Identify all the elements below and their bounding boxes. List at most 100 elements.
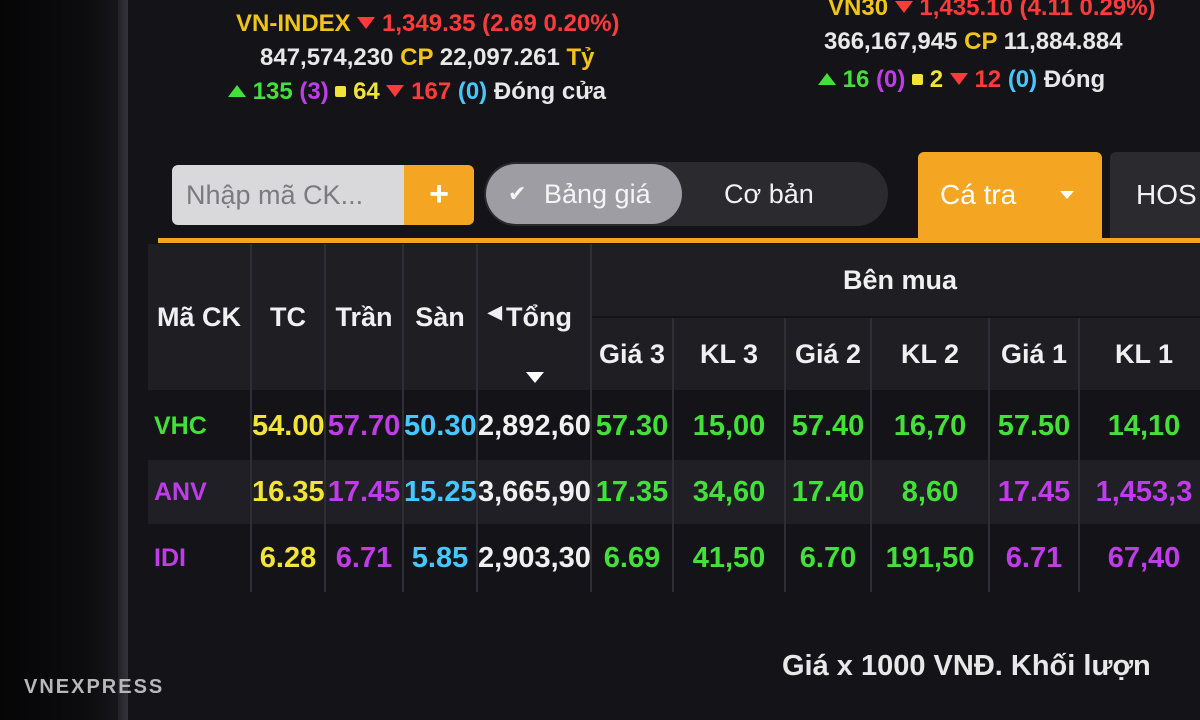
chevron-down-icon: [1060, 191, 1074, 199]
vnindex-line-1: VN-INDEX 1,349.35 (2.69 0.20%): [236, 10, 620, 38]
row-ceiling: 17.45: [327, 476, 401, 508]
vn30-declines: 12: [974, 66, 1002, 93]
header-price-3[interactable]: Giá 3: [592, 318, 672, 390]
vnindex-name: VN-INDEX: [236, 10, 351, 37]
table-row[interactable]: IDI 6.28 6.71 5.85 2,903,30 6.69 41,50 6…: [148, 526, 1200, 590]
price-unit-note: Giá x 1000 VNĐ. Khối lượn: [782, 650, 1151, 682]
header-vol-3[interactable]: KL 3: [674, 318, 784, 390]
down-arrow-icon: [949, 73, 968, 85]
chevron-left-icon: ◀: [488, 302, 502, 322]
tab-ca-tra-label: Cá tra: [940, 179, 1017, 210]
price-table: Mã CK TC Trần Sàn ◀ Tổng Bên mua Giá 3 K…: [148, 244, 1200, 604]
sort-desc-icon: [526, 372, 544, 383]
vnindex-line-3: 135 (3) 64 167 (0) Đóng cửa: [228, 78, 606, 106]
tab-underline: [158, 238, 1200, 243]
row-symbol[interactable]: ANV: [148, 460, 250, 524]
row-vol-1: 1,453,3: [1095, 476, 1193, 508]
view-fundamental-button[interactable]: Cơ bản: [724, 164, 814, 224]
header-price-1[interactable]: Giá 1: [990, 318, 1078, 390]
bezel-edge: [118, 0, 128, 720]
vnindex-volume-unit: CP: [400, 44, 434, 71]
row-price-1[interactable]: 17.45: [990, 460, 1078, 524]
row-price-3[interactable]: 17.35: [592, 460, 672, 524]
row-floor: 50.30: [404, 410, 477, 442]
tab-ca-tra[interactable]: Cá tra: [918, 152, 1102, 238]
column-divider: [402, 244, 404, 592]
table-row[interactable]: VHC 54.00 57.70 50.30 2,892,60 57.30 15,…: [148, 394, 1200, 458]
vn30-line-2: 366,167,945 CP 11,884.884: [824, 28, 1123, 56]
row-price-3[interactable]: 6.69: [592, 526, 672, 590]
unchanged-square-icon: [335, 86, 347, 97]
row-price-1[interactable]: 57.50: [990, 394, 1078, 458]
vnexpress-watermark: VNEXPRESS: [24, 676, 165, 698]
vn30-ceiling-count: (0): [876, 66, 906, 93]
column-divider: [988, 318, 990, 592]
column-divider: [784, 318, 786, 592]
vn30-advances: 16: [842, 66, 870, 93]
vnindex-declines: 167: [411, 78, 452, 105]
header-floor[interactable]: Sàn: [404, 244, 476, 390]
row-price-2[interactable]: 57.40: [786, 394, 870, 458]
row-symbol[interactable]: VHC: [148, 394, 250, 458]
row-ceiling: 6.71: [335, 542, 393, 574]
add-stock-button[interactable]: +: [404, 165, 474, 225]
stock-search-input[interactable]: Nhập mã CK...: [172, 165, 404, 225]
row-ref: 6.28: [259, 542, 317, 574]
up-arrow-icon: [228, 85, 246, 97]
table-row[interactable]: ANV 16.35 17.45 15.25 3,665,90 17.35 34,…: [148, 460, 1200, 524]
vnindex-volume: 847,574,230: [260, 44, 394, 71]
tab-hose[interactable]: HOS: [1110, 152, 1200, 238]
row-ceiling: 57.70: [327, 410, 401, 442]
up-arrow-icon: [818, 73, 836, 85]
vnindex-unchanged: 64: [353, 78, 380, 105]
row-vol-3: 15,00: [692, 410, 766, 442]
row-total: 2,892,60: [478, 410, 591, 442]
column-divider: [672, 318, 674, 592]
row-total: 2,903,30: [478, 542, 591, 574]
header-buy-side: Bên mua: [592, 244, 1200, 316]
header-ceiling[interactable]: Trần: [326, 244, 402, 390]
row-vol-1: 67,40: [1107, 542, 1181, 574]
row-vol-2: 191,50: [885, 542, 975, 574]
header-price-2[interactable]: Giá 2: [786, 318, 870, 390]
header-ref[interactable]: TC: [252, 244, 324, 390]
vnindex-status: Đóng cửa: [493, 78, 606, 105]
vnindex-turnover: 22,097.261: [439, 44, 560, 71]
row-price-2[interactable]: 17.40: [786, 460, 870, 524]
header-vol-1[interactable]: KL 1: [1080, 318, 1200, 390]
vnindex-line-2: 847,574,230 CP 22,097.261 Tỷ: [260, 44, 595, 72]
row-vol-3: 34,60: [692, 476, 766, 508]
row-vol-3: 41,50: [692, 542, 766, 574]
header-total-volume[interactable]: ◀ Tổng: [478, 244, 590, 390]
row-ref: 54.00: [252, 410, 325, 442]
row-symbol[interactable]: IDI: [148, 526, 250, 590]
vnindex-floor-count: (0): [457, 78, 488, 105]
row-vol-2: 8,60: [901, 476, 959, 508]
vn30-unchanged: 2: [929, 66, 944, 93]
column-divider: [324, 244, 326, 592]
vn30-name: VN30: [828, 0, 889, 21]
vnindex-ceiling-count: (3): [299, 78, 329, 105]
column-divider: [1078, 318, 1080, 592]
row-price-1[interactable]: 6.71: [990, 526, 1078, 590]
row-price-2[interactable]: 6.70: [786, 526, 870, 590]
screen: VN-INDEX 1,349.35 (2.69 0.20%) 847,574,2…: [128, 0, 1200, 720]
row-floor: 5.85: [411, 542, 469, 574]
row-price-3[interactable]: 57.30: [592, 394, 672, 458]
vn30-line-1: VN30 1,435.10 (4.11 0.29%): [828, 0, 1156, 22]
down-arrow-icon: [894, 1, 913, 13]
row-vol-1: 14,10: [1107, 410, 1181, 442]
header-vol-2[interactable]: KL 2: [872, 318, 988, 390]
row-ref: 16.35: [252, 476, 325, 508]
down-arrow-icon: [357, 17, 376, 29]
column-divider: [476, 244, 478, 592]
vn30-status: Đóng: [1043, 66, 1106, 93]
vn30-floor-count: (0): [1007, 66, 1038, 93]
vn30-turnover: 11,884.884: [1003, 28, 1123, 55]
column-divider: [870, 318, 872, 592]
header-symbol[interactable]: Mã CK: [148, 244, 250, 390]
vnindex-value: 1,349.35: [382, 10, 476, 37]
vnindex-change: (2.69 0.20%): [482, 10, 620, 37]
monitor-bezel: [0, 0, 128, 720]
view-price-board-button[interactable]: ✔ Bảng giá: [486, 164, 682, 224]
